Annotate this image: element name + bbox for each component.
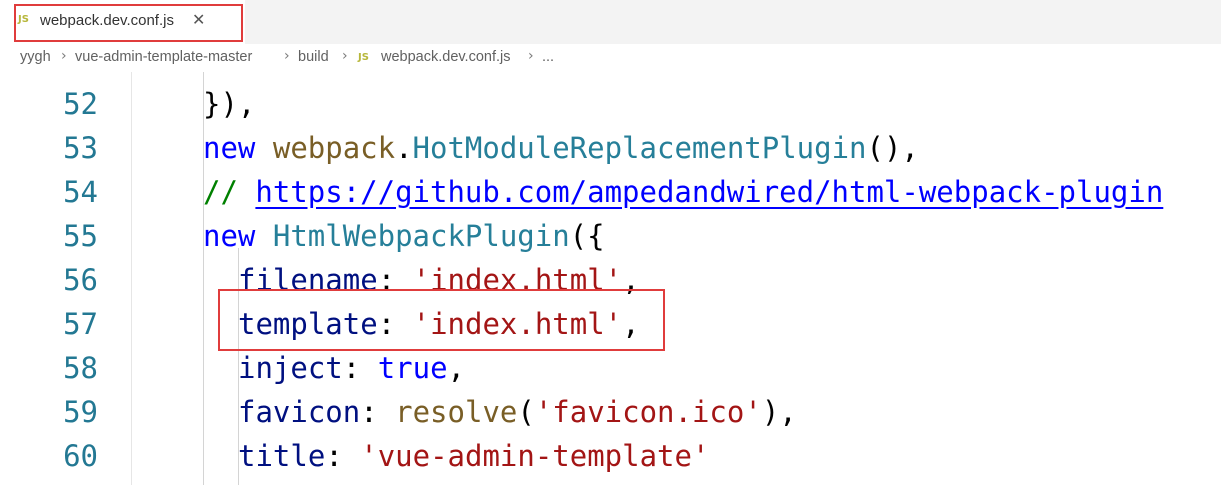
code-link[interactable]: https://github.com/ampedandwired/html-we… <box>255 175 1163 209</box>
breadcrumb-item-symbols[interactable]: ... <box>542 49 554 65</box>
code-text: favicon: resolve('favicon.ico'), <box>238 390 797 434</box>
code-line[interactable]: 54 // https://github.com/ampedandwired/ht… <box>0 170 1221 214</box>
code-token: inject <box>238 351 343 385</box>
line-number: 58 <box>63 351 98 385</box>
tab-label: webpack.dev.conf.js <box>40 12 174 29</box>
line-number: 56 <box>63 263 98 297</box>
line-number: 54 <box>63 175 98 209</box>
breadcrumb-item-vue-admin-template-master[interactable]: vue-admin-template-master <box>75 49 252 65</box>
tab-webpack-dev-conf[interactable]: JS webpack.dev.conf.js ✕ <box>0 0 245 44</box>
code-token: template <box>238 307 378 341</box>
code-token: : <box>377 307 413 341</box>
chevron-right-icon: › <box>342 48 348 64</box>
javascript-file-icon: JS <box>358 52 369 63</box>
code-token: (), <box>866 131 919 165</box>
code-text: template: 'index.html', <box>238 302 640 346</box>
code-token: 'favicon.ico' <box>534 395 762 429</box>
code-token: }), <box>203 87 256 121</box>
code-line[interactable]: 55 new HtmlWebpackPlugin({ <box>0 214 1221 258</box>
code-token: HtmlWebpackPlugin <box>272 219 570 253</box>
code-token: : <box>325 439 361 473</box>
code-line[interactable]: 59 favicon: resolve('favicon.ico'), <box>0 390 1221 434</box>
code-token: favicon <box>238 395 361 429</box>
breadcrumb-item-build[interactable]: build <box>298 49 329 65</box>
code-line[interactable]: 52}), <box>0 82 1221 126</box>
line-number: 55 <box>63 219 98 253</box>
code-token: filename <box>238 263 378 297</box>
line-number: 53 <box>63 131 98 165</box>
code-token: new <box>203 219 256 253</box>
code-token: , <box>622 263 640 297</box>
code-token: ({ <box>569 219 605 253</box>
code-token: : <box>360 395 396 429</box>
breadcrumb-item-yygh[interactable]: yygh <box>20 49 51 65</box>
code-token: // <box>203 175 256 209</box>
code-token: HotModuleReplacementPlugin <box>412 131 867 165</box>
code-token: resolve <box>395 395 518 429</box>
line-number: 60 <box>63 439 98 473</box>
breadcrumb-item-file[interactable]: webpack.dev.conf.js <box>381 49 511 65</box>
code-text: // https://github.com/ampedandwired/html… <box>203 170 1163 214</box>
editor-tab-bar: JS webpack.dev.conf.js ✕ <box>0 0 1221 44</box>
line-number: 59 <box>63 395 98 429</box>
code-text: }), <box>203 82 255 126</box>
code-token: title <box>238 439 326 473</box>
code-line[interactable]: 60 title: 'vue-admin-template' <box>0 434 1221 478</box>
code-line[interactable]: 57 template: 'index.html', <box>0 302 1221 346</box>
code-text: title: 'vue-admin-template' <box>238 434 709 478</box>
code-editor[interactable]: 52}), 53 new webpack.HotModuleReplacementP… <box>0 72 1221 485</box>
close-icon[interactable]: ✕ <box>192 10 205 29</box>
breadcrumb: yygh › vue-admin-template-master › build… <box>0 44 1221 72</box>
code-token: : <box>342 351 378 385</box>
code-token: webpack <box>272 131 396 165</box>
code-token: ( <box>517 395 535 429</box>
javascript-file-icon: JS <box>18 14 29 25</box>
code-line[interactable]: 58 inject: true, <box>0 346 1221 390</box>
code-token: , <box>622 307 640 341</box>
code-token: true <box>377 351 448 385</box>
code-token: : <box>377 263 413 297</box>
code-token: 'index.html' <box>412 263 623 297</box>
code-token: ), <box>761 395 797 429</box>
code-text: new HtmlWebpackPlugin({ <box>203 214 605 258</box>
code-token: , <box>447 351 465 385</box>
line-number: 57 <box>63 307 98 341</box>
code-token: new <box>203 131 256 165</box>
code-line[interactable]: 56 filename: 'index.html', <box>0 258 1221 302</box>
chevron-right-icon: › <box>284 48 290 64</box>
line-number: 52 <box>63 87 98 121</box>
code-token: . <box>395 131 413 165</box>
code-token: 'vue-admin-template' <box>360 439 710 473</box>
code-text: inject: true, <box>238 346 465 390</box>
code-text: new webpack.HotModuleReplacementPlugin()… <box>203 126 919 170</box>
code-text: filename: 'index.html', <box>238 258 640 302</box>
code-line[interactable]: 53 new webpack.HotModuleReplacementPlugin… <box>0 126 1221 170</box>
code-token: 'index.html' <box>412 307 623 341</box>
chevron-right-icon: › <box>528 48 534 64</box>
chevron-right-icon: › <box>61 48 67 64</box>
